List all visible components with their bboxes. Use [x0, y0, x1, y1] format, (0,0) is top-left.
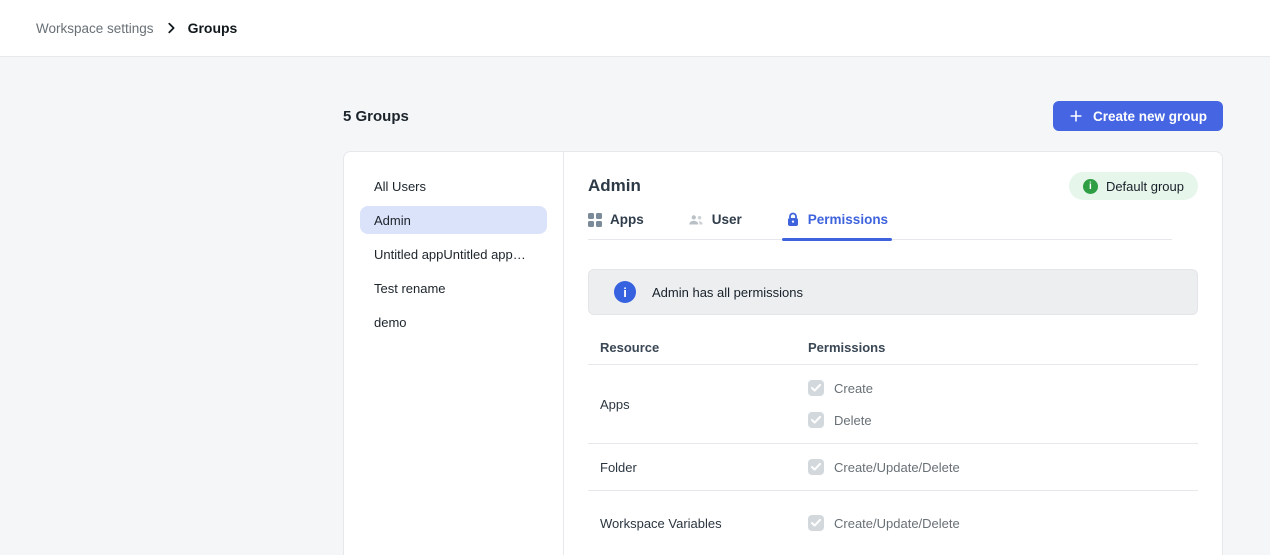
- create-new-group-button-label: Create new group: [1093, 109, 1207, 124]
- permissions-cell: Create/Update/Delete: [808, 459, 1186, 475]
- info-circle-icon: i: [614, 281, 636, 303]
- info-circle-icon: i: [1083, 179, 1098, 194]
- checkbox-checked-disabled-icon: [808, 412, 824, 428]
- tab-apps[interactable]: Apps: [588, 212, 644, 239]
- tab-user-label: User: [712, 212, 742, 227]
- permissions-cell: Create Delete: [808, 380, 1186, 428]
- permissions-info-banner: i Admin has all permissions: [588, 269, 1198, 315]
- permissions-table-row: Apps Create Delete: [588, 364, 1198, 443]
- group-title: Admin: [588, 176, 641, 196]
- group-list-item-label: Test rename: [374, 281, 446, 296]
- group-list-item[interactable]: Test rename: [360, 274, 547, 302]
- column-header-resource: Resource: [600, 340, 808, 355]
- default-group-badge: i Default group: [1069, 172, 1198, 200]
- tab-permissions[interactable]: Permissions: [786, 212, 888, 239]
- lock-icon: [786, 212, 800, 227]
- default-group-badge-label: Default group: [1106, 179, 1184, 194]
- group-list-item[interactable]: Untitled appUntitled appUntitle…: [360, 240, 547, 268]
- groups-page: 5 Groups Create new group All Users Admi…: [343, 101, 1223, 555]
- permission-option: Create/Update/Delete: [808, 459, 1186, 475]
- group-list-item-label: All Users: [374, 179, 426, 194]
- permissions-cell: Create/Update/Delete: [808, 515, 1186, 531]
- group-list-item[interactable]: All Users: [360, 172, 547, 200]
- permissions-table-row: Workspace Variables Create/Update/Delete: [588, 490, 1198, 546]
- permission-option: Create/Update/Delete: [808, 515, 1186, 531]
- top-navigation-bar: Workspace settings Groups: [0, 0, 1270, 57]
- permissions-table-header: Resource Permissions: [588, 331, 1198, 364]
- chevron-right-icon: [164, 21, 178, 35]
- users-icon: [688, 213, 704, 227]
- permissions-table-row: Folder Create/Update/Delete: [588, 443, 1198, 490]
- checkbox-checked-disabled-icon: [808, 380, 824, 396]
- resource-name: Workspace Variables: [600, 516, 808, 531]
- tab-permissions-label: Permissions: [808, 212, 888, 227]
- group-list-item-label: demo: [374, 315, 407, 330]
- breadcrumb: Workspace settings Groups: [36, 20, 237, 36]
- permission-option-label: Create/Update/Delete: [834, 516, 960, 531]
- permissions-info-text: Admin has all permissions: [652, 285, 803, 300]
- group-list: All Users Admin Untitled appUntitled app…: [344, 152, 564, 555]
- groups-card: All Users Admin Untitled appUntitled app…: [343, 151, 1223, 555]
- group-detail-panel: Admin i Default group Apps: [564, 152, 1222, 555]
- breadcrumb-current-page: Groups: [188, 20, 238, 36]
- tab-apps-label: Apps: [610, 212, 644, 227]
- tab-user[interactable]: User: [688, 212, 742, 239]
- checkbox-checked-disabled-icon: [808, 459, 824, 475]
- permission-option: Create: [808, 380, 1186, 396]
- permissions-table: Resource Permissions Apps Create Delete …: [588, 331, 1198, 546]
- checkbox-checked-disabled-icon: [808, 515, 824, 531]
- resource-name: Folder: [600, 460, 808, 475]
- group-list-item[interactable]: Admin: [360, 206, 547, 234]
- group-list-item[interactable]: demo: [360, 308, 547, 336]
- groups-count-label: 5 Groups: [343, 108, 409, 125]
- group-list-item-label: Untitled appUntitled appUntitle…: [374, 247, 533, 262]
- group-list-item-label: Admin: [374, 213, 411, 228]
- groups-page-header: 5 Groups Create new group: [343, 101, 1223, 131]
- group-tabs: Apps User: [588, 212, 1172, 240]
- permission-option: Delete: [808, 412, 1186, 428]
- permission-option-label: Create/Update/Delete: [834, 460, 960, 475]
- group-panel-header: Admin i Default group: [588, 172, 1198, 200]
- permission-option-label: Delete: [834, 413, 872, 428]
- breadcrumb-workspace-settings[interactable]: Workspace settings: [36, 21, 154, 36]
- permissions-table-body: Apps Create Delete Folder Create/Update/…: [588, 364, 1198, 546]
- column-header-permissions: Permissions: [808, 340, 1186, 355]
- create-new-group-button[interactable]: Create new group: [1053, 101, 1223, 131]
- resource-name: Apps: [600, 397, 808, 412]
- plus-icon: [1069, 109, 1083, 123]
- permission-option-label: Create: [834, 381, 873, 396]
- apps-grid-icon: [588, 213, 602, 227]
